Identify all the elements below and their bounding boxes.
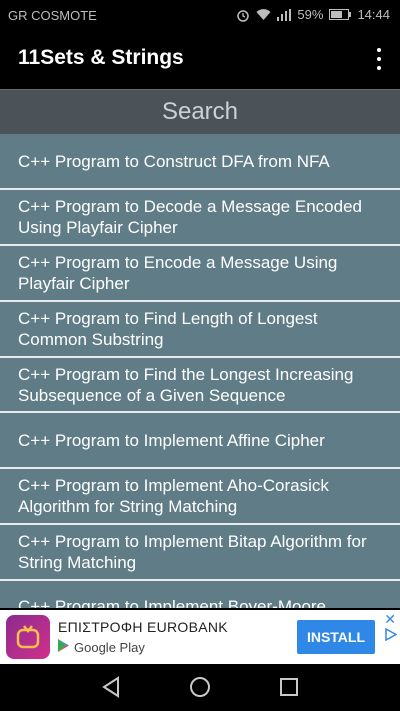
ad-app-logo [6,615,50,659]
list-item[interactable]: C++ Program to Find the Longest Increasi… [0,358,400,413]
navigation-bar [0,664,400,711]
status-bar: GR COSMOTE 59% 14:44 [0,0,400,30]
list-item[interactable]: C++ Program to Implement Aho-Corasick Al… [0,469,400,525]
battery-icon [329,9,352,20]
install-button[interactable]: INSTALL [297,620,375,654]
wifi-icon [256,8,271,21]
carrier-label: GR COSMOTE [8,8,97,23]
search-input[interactable]: Search [0,89,400,135]
list-item[interactable]: C++ Program to Find Length of Longest Co… [0,302,400,358]
google-play-icon [58,639,70,655]
list-item[interactable]: C++ Program to Implement Bitap Algorithm… [0,525,400,581]
list-item-label: C++ Program to Implement Bitap Algorithm… [18,532,367,572]
list-item-label: C++ Program to Find Length of Longest Co… [18,309,318,349]
adchoices-icon[interactable] [385,627,398,646]
ad-title: ΕΠΙΣΤΡΟΦΗ EUROBANK [58,619,228,635]
list-item[interactable]: C++ Program to Encode a Message Using Pl… [0,246,400,302]
status-icons: 59% 14:44 [236,7,390,22]
list-item-label: C++ Program to Construct DFA from NFA [18,151,330,171]
list-item-label: C++ Program to Find the Longest Increasi… [18,364,354,405]
app-bar: 11Sets & Strings [0,30,400,88]
home-icon[interactable] [189,676,211,703]
ad-banner[interactable]: ΕΠΙΣΤΡΟΦΗ EUROBANK Google Play INSTALL ✕ [0,610,400,664]
ad-store: Google Play [58,639,145,655]
program-list: C++ Program to Construct DFA from NFA C+… [0,134,400,608]
close-icon[interactable]: ✕ [384,611,396,628]
list-item-label: C++ Program to Decode a Message Encoded … [18,197,362,237]
signal-icon [277,8,292,21]
list-item[interactable]: C++ Program to Implement Affine Cipher [0,413,400,469]
list-item[interactable]: C++ Program to Decode a Message Encoded … [0,190,400,246]
list-item-label: C++ Program to Implement Boyer-Moore [18,597,327,608]
alarm-icon [236,8,250,22]
list-item-label: C++ Program to Implement Affine Cipher [18,430,325,450]
list-item-label: C++ Program to Encode a Message Using Pl… [18,253,338,293]
list-item-label: C++ Program to Implement Aho-Corasick Al… [18,476,329,516]
back-icon[interactable] [101,676,121,703]
ad-store-label: Google Play [74,639,145,655]
clock: 14:44 [357,7,390,22]
list-item[interactable]: C++ Program to Construct DFA from NFA [0,134,400,190]
app-title: 11Sets & Strings [18,46,184,69]
recents-icon[interactable] [279,676,299,703]
overflow-menu-icon[interactable] [372,48,386,70]
list-item[interactable]: C++ Program to Implement Boyer-Moore [0,581,400,608]
battery-percent: 59% [297,7,324,22]
